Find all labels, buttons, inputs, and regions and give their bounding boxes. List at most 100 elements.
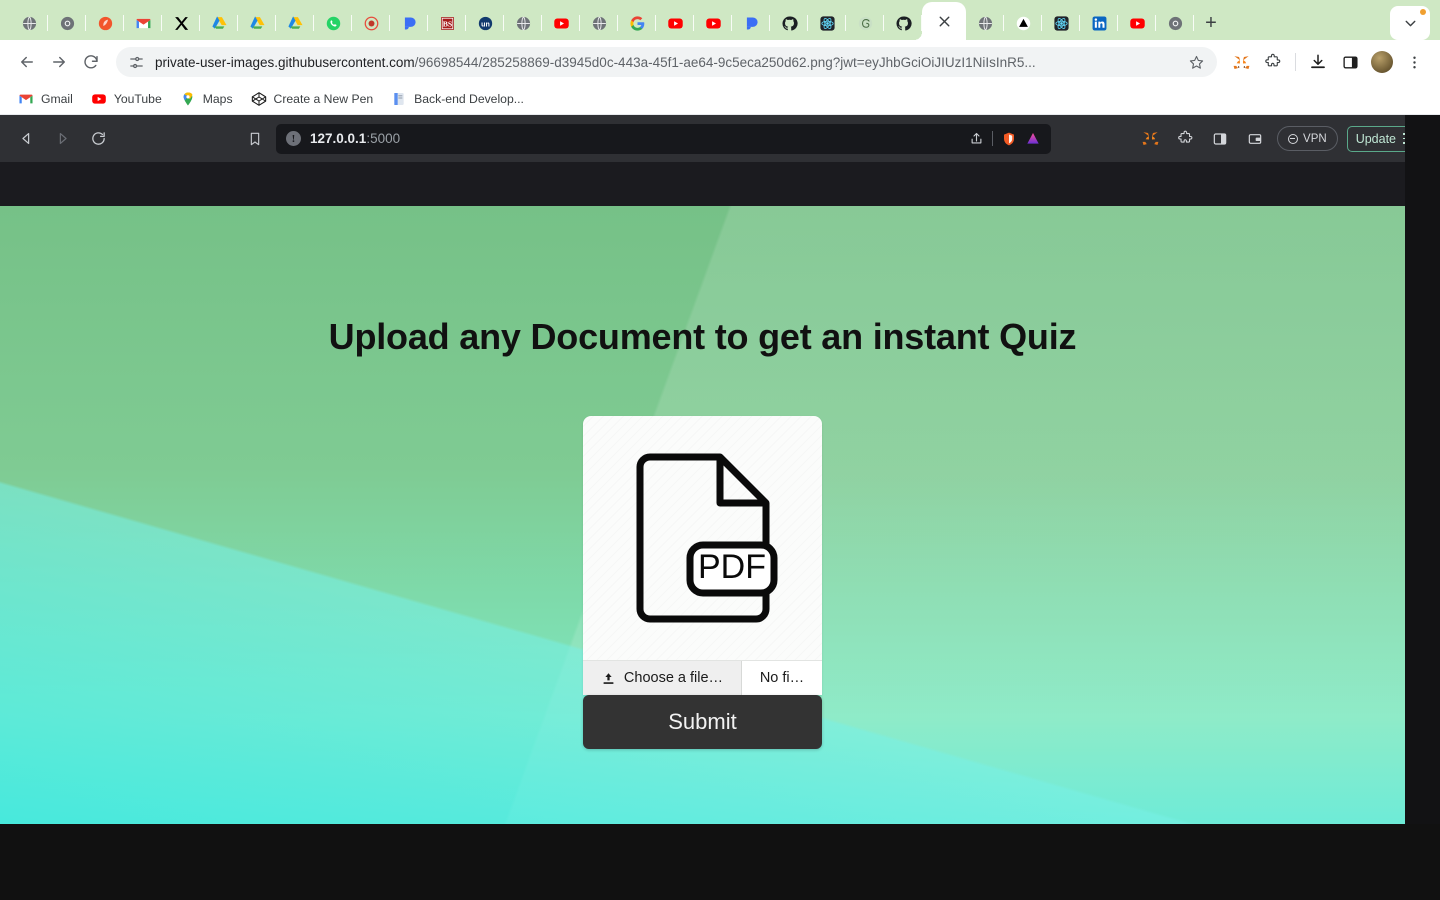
tab-13[interactable] [504,6,542,40]
outer-browser-window: BS un + private-user-images.githubuserco… [0,0,1440,115]
reload-icon [84,55,98,69]
threads-icon [858,16,872,30]
choose-file-button[interactable]: Choose a file… [583,661,742,695]
tab-4[interactable] [162,6,200,40]
inner-extension-button[interactable] [1172,126,1198,152]
tab-25[interactable] [966,6,1004,40]
chevron-down-icon [1405,20,1415,26]
puzzle-icon [1265,53,1281,67]
profile-avatar [1371,51,1393,73]
inner-url-bar[interactable]: ! 127.0.0.1:5000 [276,123,1051,154]
forward-triangle-icon [59,132,67,145]
tab-22[interactable] [846,6,884,40]
tab-27[interactable] [1042,6,1080,40]
youtube-icon [667,18,683,28]
side-panel-icon [1342,56,1358,68]
tab-0[interactable] [10,6,48,40]
unstop-icon: un [478,16,492,30]
inner-forward-button[interactable] [46,123,78,155]
tab-28[interactable] [1080,6,1118,40]
tab-12[interactable]: un [466,6,504,40]
brave-rewards-icon[interactable] [1025,131,1041,147]
tab-10[interactable] [390,6,428,40]
tab-9[interactable] [352,6,390,40]
profile-button[interactable] [1368,48,1396,76]
downloads-button[interactable] [1304,48,1332,76]
reload-icon [91,132,105,145]
url-bar-divider [992,131,993,146]
inner-back-button[interactable] [10,123,42,155]
window-chevron-button[interactable] [1390,6,1430,40]
tab-16[interactable] [618,6,656,40]
site-settings-icon[interactable] [128,54,145,71]
omnibox-url-text: private-user-images.githubusercontent.co… [155,55,1178,70]
star-icon[interactable] [1188,54,1205,71]
tab-18[interactable] [694,6,732,40]
bookmark-item-create-a-new-pen[interactable]: Create a New Pen [243,87,382,111]
tab-3[interactable] [124,6,162,40]
submit-button[interactable]: Submit [583,695,822,749]
svg-text:BS: BS [442,19,452,28]
globe-icon [978,16,992,30]
bookmark-item-gmail[interactable]: Gmail [10,87,81,111]
info-circle-icon[interactable]: ! [286,131,301,146]
brave-shields-icon[interactable] [1001,131,1017,147]
tab-20[interactable] [770,6,808,40]
inner-bookmark-button[interactable] [238,123,272,155]
tab-17[interactable] [656,6,694,40]
back-button[interactable] [12,47,42,77]
tab-19[interactable] [732,6,770,40]
youtube-icon [553,18,569,28]
page-title: Upload any Document to get an instant Qu… [328,316,1077,357]
tab-7[interactable] [276,6,314,40]
github-icon [895,15,912,30]
chrome-menu-button[interactable] [1400,48,1428,76]
tab-5[interactable] [200,6,238,40]
bookmark-label: Maps [202,92,233,106]
bookmark-label: Back-end Develop... [414,92,524,106]
gmail-icon [136,18,150,28]
forward-button[interactable] [44,47,74,77]
new-tab-button[interactable]: + [1194,6,1228,40]
pdf-document-glyph: PDF [636,453,777,623]
tab-8[interactable] [314,6,352,40]
tab-2[interactable] [86,6,124,40]
forward-arrow-icon [53,56,65,68]
vpn-toggle-button[interactable]: VPN [1277,126,1338,151]
inner-reload-button[interactable] [82,123,114,155]
side-panel-button[interactable] [1336,48,1364,76]
extensions-puzzle-button[interactable] [1259,48,1287,76]
bookmark-item-youtube[interactable]: YouTube [83,87,170,111]
tab-active[interactable] [914,2,966,40]
pdf-badge-text: PDF [698,548,766,586]
file-input-row[interactable]: Choose a file… No fi… [583,660,822,695]
bookmark-item-maps[interactable]: Maps [172,87,241,111]
inner-sidebar-button[interactable] [1207,126,1233,152]
inner-wallet-button[interactable] [1242,126,1268,152]
tab-21[interactable] [808,6,846,40]
omnibox-host: private-user-images.githubusercontent.co… [155,54,415,70]
tab-30[interactable] [1156,6,1194,40]
tab-1[interactable] [48,6,86,40]
vpn-status-icon [1288,133,1299,144]
back-triangle-icon [21,132,29,145]
tab-26[interactable] [1004,6,1042,40]
tab-11[interactable]: BS [428,6,466,40]
metamask-fox-icon-button[interactable] [1227,48,1255,76]
reload-button[interactable] [76,47,106,77]
book-icon [394,93,404,105]
tab-29[interactable] [1118,6,1156,40]
bookmark-item-back-end-develop[interactable]: Back-end Develop... [383,87,532,111]
inner-metamask-button[interactable] [1137,126,1163,152]
share-icon[interactable] [969,131,984,146]
bookmark-label: Create a New Pen [273,92,374,106]
tab-14[interactable] [542,6,580,40]
tab-6[interactable] [238,6,276,40]
tab-15[interactable] [580,6,618,40]
omnibox[interactable]: private-user-images.githubusercontent.co… [116,47,1217,77]
pdf-file-icon: PDF [583,416,822,660]
react-icon [819,15,835,31]
youtube-icon [92,94,106,104]
back-arrow-icon [21,56,33,68]
x-twitter-icon [174,16,188,30]
